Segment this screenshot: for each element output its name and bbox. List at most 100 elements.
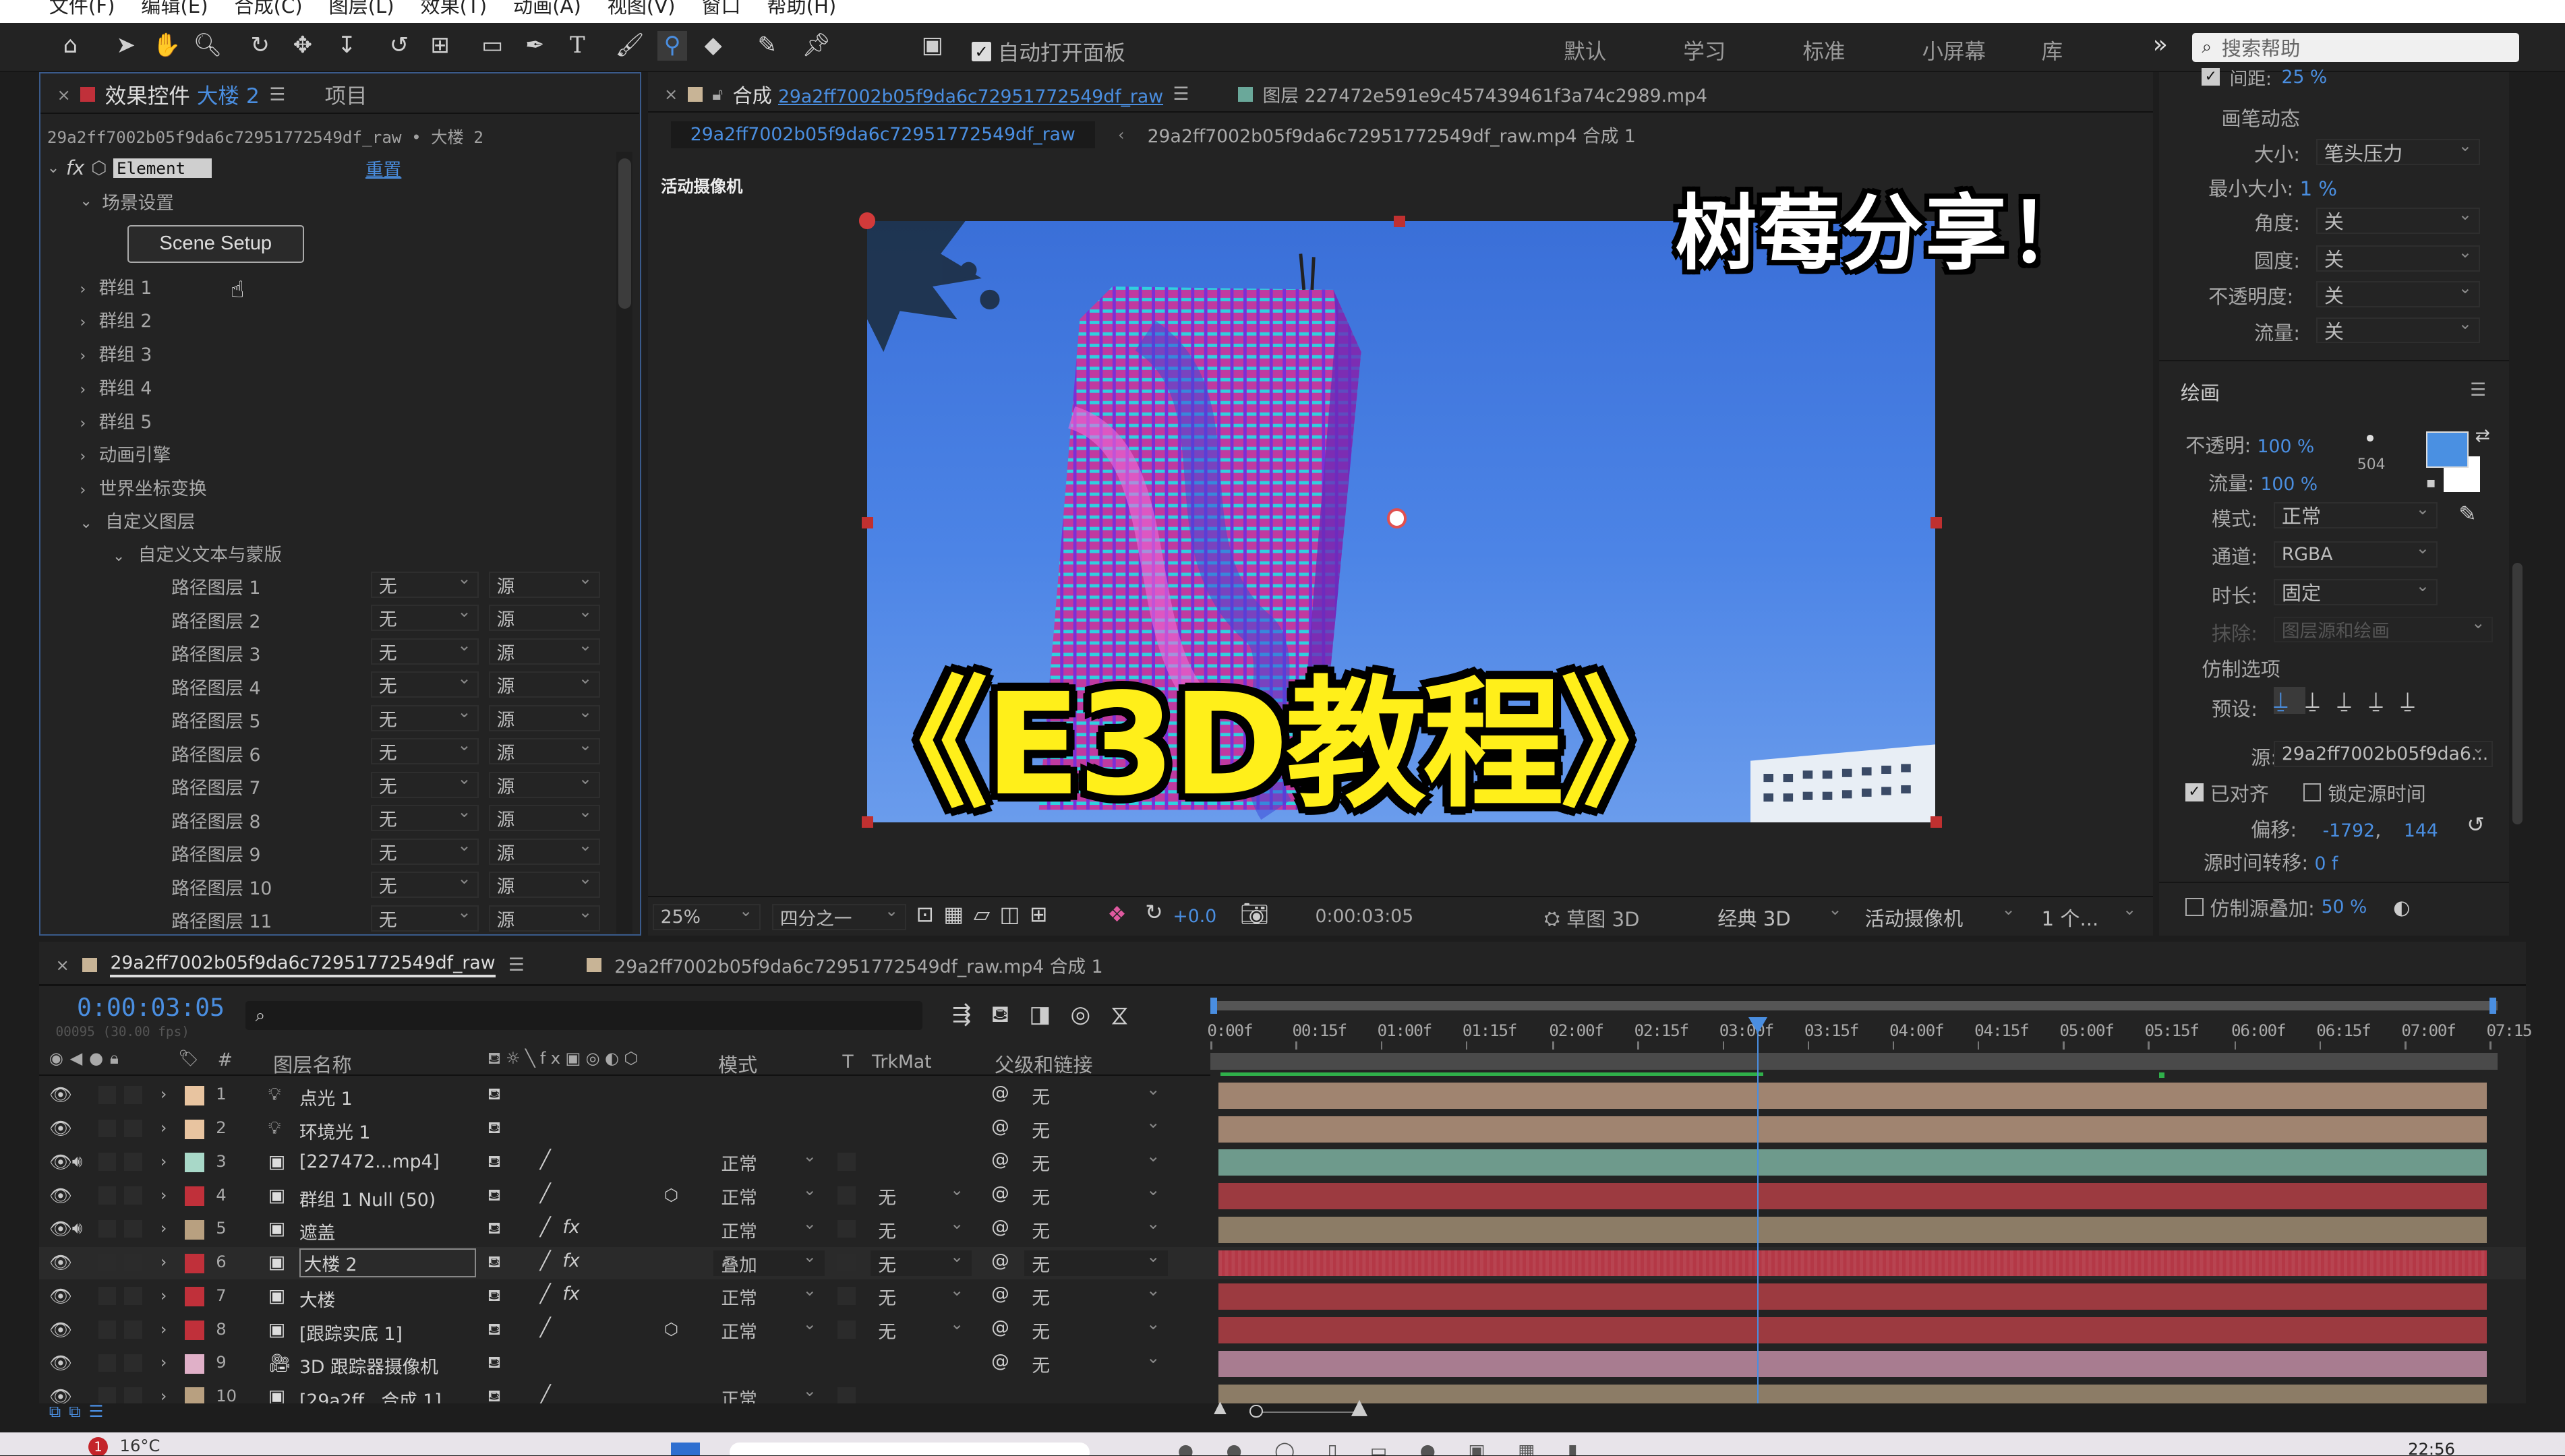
path-layer-source-select[interactable]: 源 [488,835,600,865]
fx-icon[interactable]: fx [66,156,84,179]
offset-y[interactable]: 144 [2404,820,2438,841]
quality-switch-icon[interactable]: ╱ [540,1283,551,1304]
zoom-in-icon[interactable]: ▲ [1351,1395,1367,1419]
path-layer-select[interactable]: 无 [371,668,479,698]
layer-row[interactable]: 👁︎ › 9 🎥︎ 3D 跟踪器摄像机 ⛾ @ 无 [39,1347,2526,1381]
layer-row[interactable]: 👁︎🔊︎ › 5 ▣ 遮盖 ⛾ ╱ fx 正常 无 @ 无 [39,1213,2526,1246]
difference-mode-icon[interactable]: ◐ [2393,896,2410,919]
lock-box[interactable] [124,1219,143,1238]
zoom-tool-icon[interactable]: 🔍︎ [193,31,223,61]
expand-chevron-icon[interactable]: ⌄ [47,160,59,177]
solo-box[interactable] [98,1253,117,1272]
mode-header[interactable]: 模式 [718,1050,757,1078]
path-layer-select[interactable]: 无 [371,902,479,932]
trkmat-select[interactable]: 无 [870,1246,972,1277]
preserve-transparency-box[interactable] [837,1186,856,1205]
expand-chevron-icon[interactable]: › [160,1151,167,1171]
path-layer-select[interactable]: 无 [371,735,479,765]
tab-menu-icon[interactable]: ☰ [508,954,525,975]
world-transform-row[interactable]: › 世界坐标变换 [80,474,206,500]
label-color-swatch[interactable] [185,1219,205,1240]
selection-tool-icon[interactable]: ➤ [111,31,141,61]
trkmat-select[interactable]: 无 [870,1280,972,1310]
shy-switch-icon[interactable]: ⛾ [488,1185,501,1207]
tab-project[interactable]: 项目 [325,79,367,110]
label-color-swatch[interactable] [185,1320,205,1341]
layer-duration-bar[interactable] [1218,1350,2487,1377]
exposure-reset-icon[interactable]: ↻ [1145,901,1162,925]
visibility-eye-icon[interactable]: 👁︎ [49,1319,72,1341]
shy-switch-icon[interactable]: ⛾ [488,1151,501,1173]
playhead-handle-icon[interactable] [1748,1017,1768,1033]
layer-name-header[interactable]: 图层名称 [273,1050,351,1078]
path-layer-select[interactable]: 无 [371,601,479,632]
source-select[interactable]: 29a2ff7002b05f9da6... [2274,737,2494,767]
path-layer-source-select[interactable]: 源 [488,735,600,765]
quality-switch-icon[interactable]: ╱ [540,1250,551,1271]
anim-engine-row[interactable]: › 动画引擎 [80,440,171,466]
clone-preset-2-icon[interactable]: ⍊ [2305,687,2337,714]
layer-name[interactable]: 群组 1 Null (50) [299,1185,436,1211]
visibility-eye-icon[interactable]: 👁︎ [49,1252,72,1273]
group-row[interactable]: › 群组 3 [80,340,152,366]
trkmat-select[interactable]: 无 [870,1213,972,1243]
resolution-select[interactable]: 四分之一 [772,901,906,930]
visibility-eye-icon[interactable]: 👁︎ [49,1285,72,1307]
path-layer-select[interactable]: 无 [371,702,479,731]
source-time-value[interactable]: 0 f [2314,853,2338,874]
path-layer-source-select[interactable]: 源 [488,768,600,798]
footer-toggle-icons[interactable]: ⧉⧉☰ [49,1401,112,1421]
layer-row[interactable]: 👁︎ › 8 ▣ [跟踪实底 1] ⛾ ╱ ⬡ 正常 无 @ 无 [39,1314,2526,1347]
blend-mode-select[interactable]: 正常 [713,1180,825,1209]
anchor-tool-icon[interactable]: ⊞ [425,31,455,61]
draft-3d-toggle[interactable]: ⛭ 草图 3D [1544,904,1639,932]
menu-item[interactable]: 窗口 [701,0,740,19]
opacity-dyn-select[interactable]: 关 [2316,278,2480,308]
label-color-swatch[interactable] [185,1186,205,1207]
parent-select[interactable]: 无 [1024,1246,1169,1277]
label-color-swatch[interactable] [185,1287,205,1307]
trkmat-select[interactable]: 无 [870,1314,972,1343]
weather-widget[interactable]: 1 16°C [88,1436,160,1456]
puppet-tool-icon[interactable]: 📌︎ [802,31,831,61]
fx-switch-icon[interactable]: fx [563,1283,580,1304]
shy-switch-icon[interactable]: ⛾ [488,1319,501,1341]
shy-switch-icon[interactable]: ⛾ [488,1218,501,1240]
workspace-tab[interactable]: 默认 [1564,34,1683,65]
path-layer-source-select[interactable]: 源 [488,801,600,832]
foreground-color-swatch[interactable] [2425,431,2469,468]
solo-box[interactable] [98,1219,117,1238]
preserve-transparency-box[interactable] [837,1253,856,1272]
label-color-swatch[interactable] [185,1354,205,1374]
taskbar-app-icons[interactable]: ●●◯▯▭●▣▦▮ [1178,1440,1610,1455]
dolly-tool-icon[interactable]: ↧ [332,31,361,61]
eyedropper-icon[interactable]: ✎ [2458,502,2476,526]
transform-handle[interactable] [1393,216,1405,228]
parent-select[interactable]: 无 [1024,1079,1169,1109]
offset-x[interactable]: -1792 [2323,820,2376,841]
preserve-transparency-box[interactable] [837,1153,856,1171]
visibility-eye-icon[interactable]: 👁︎ [49,1352,72,1374]
layer-row[interactable]: 👁︎ › 4 ▣ 群组 1 Null (50) ⛾ ╱ ⬡ 正常 无 @ 无 [39,1180,2526,1213]
panel-menu-icon[interactable]: ☰ [2470,380,2486,400]
solo-box[interactable] [98,1186,117,1205]
layer-name[interactable]: 环境光 1 [299,1118,370,1144]
layer-duration-bar[interactable] [1218,1216,2487,1243]
blend-mode-select[interactable]: 正常 [713,1146,825,1176]
group-row[interactable]: › 群组 4 [80,373,152,400]
workspace-tab[interactable]: 库 [2042,34,2161,65]
group-row[interactable]: › 群组 2 [80,306,152,332]
zoom-select[interactable]: 25% [652,901,761,930]
pan-tool-icon[interactable]: ✥ [288,31,318,61]
help-search-input[interactable]: 搜索帮助 [2222,33,2300,61]
layer-name[interactable]: [跟踪实底 1] [299,1319,403,1345]
flow-dyn-select[interactable]: 关 [2316,313,2480,344]
transform-handle[interactable] [862,516,874,528]
lock-box[interactable] [124,1320,143,1339]
visibility-eye-icon[interactable]: 👁︎ [49,1118,72,1139]
label-color-swatch[interactable] [185,1085,205,1105]
taskbar-search[interactable] [729,1442,1090,1456]
menu-item[interactable]: 图层(L) [328,0,394,19]
parent-select[interactable]: 无 [1024,1213,1169,1243]
blend-mode-select[interactable]: 正常 [713,1314,825,1343]
